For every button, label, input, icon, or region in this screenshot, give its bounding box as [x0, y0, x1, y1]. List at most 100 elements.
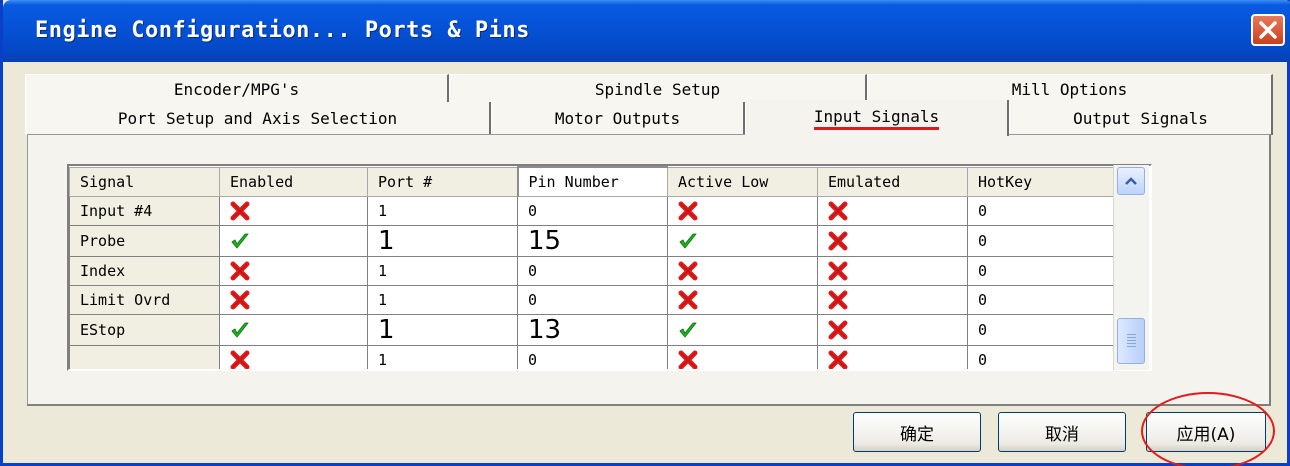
red-x-icon — [678, 201, 698, 220]
red-x-icon — [828, 231, 848, 250]
port-cell[interactable]: 1 — [367, 284, 518, 315]
column-header-port[interactable]: Port # — [367, 166, 518, 197]
hotkey-cell[interactable]: 0 — [967, 224, 1118, 257]
enabled-cell[interactable] — [219, 255, 368, 286]
pin-number-cell[interactable]: 0 — [517, 195, 668, 226]
column-header-active-low[interactable]: Active Low — [667, 166, 818, 197]
tab-motor-outputs[interactable]: Motor Outputs — [491, 102, 745, 135]
emulated-cell[interactable] — [817, 284, 968, 315]
vertical-scrollbar[interactable] — [1113, 165, 1149, 370]
hotkey-cell[interactable]: 0 — [967, 344, 1118, 369]
signals-table: Signal Enabled Port # Pin Number Active … — [69, 166, 1118, 369]
dialog-window: Engine Configuration... Ports & Pins Enc… — [0, 0, 1290, 466]
header-row: Signal Enabled Port # Pin Number Active … — [69, 166, 1118, 197]
port-cell[interactable]: 1 — [367, 255, 518, 286]
green-check-icon — [679, 233, 697, 249]
tab-label: Encoder/MPG's — [173, 80, 300, 99]
active-low-cell[interactable] — [667, 344, 818, 369]
pin-number-cell[interactable]: 0 — [517, 284, 668, 315]
hotkey-cell[interactable]: 0 — [967, 195, 1118, 226]
red-x-icon — [678, 290, 698, 309]
enabled-cell[interactable] — [219, 344, 368, 369]
input-signals-grid[interactable]: Signal Enabled Port # Pin Number Active … — [67, 164, 1152, 371]
close-button[interactable] — [1251, 14, 1285, 46]
pin-number-cell[interactable]: 0 — [517, 255, 668, 286]
port-cell[interactable]: 1 — [367, 195, 518, 226]
enabled-cell[interactable] — [219, 313, 368, 346]
cancel-button[interactable]: 取消 — [998, 412, 1126, 452]
red-x-icon — [828, 261, 848, 280]
column-header-emulated[interactable]: Emulated — [817, 166, 968, 197]
red-x-icon — [230, 350, 250, 369]
window-title: Engine Configuration... Ports & Pins — [35, 18, 530, 43]
signal-cell: EStop — [69, 313, 220, 346]
signal-cell: Probe — [69, 224, 220, 257]
green-check-icon — [679, 322, 697, 338]
red-x-icon — [828, 201, 848, 220]
hotkey-cell[interactable]: 0 — [967, 313, 1118, 346]
column-header-hotkey[interactable]: HotKey — [967, 166, 1118, 197]
tab-output-signals[interactable]: Output Signals — [1009, 102, 1273, 135]
port-cell[interactable]: 1 — [367, 224, 518, 257]
emulated-cell[interactable] — [817, 344, 968, 369]
active-low-cell[interactable] — [667, 313, 818, 346]
emulated-cell[interactable] — [817, 313, 968, 346]
red-x-icon — [828, 290, 848, 309]
red-x-icon — [678, 350, 698, 369]
column-header-enabled[interactable]: Enabled — [219, 166, 368, 197]
red-x-icon — [230, 290, 250, 309]
table-row[interactable]: EStop 1 13 0 — [69, 313, 1118, 346]
enabled-cell[interactable] — [219, 284, 368, 315]
red-x-icon — [678, 261, 698, 280]
tab-label: Port Setup and Axis Selection — [117, 109, 398, 128]
tab-encoder-mpgs[interactable]: Encoder/MPG's — [25, 74, 449, 104]
emulated-cell[interactable] — [817, 255, 968, 286]
port-cell[interactable]: 1 — [367, 313, 518, 346]
active-low-cell[interactable] — [667, 255, 818, 286]
tab-label: Spindle Setup — [594, 80, 721, 99]
emulated-cell[interactable] — [817, 224, 968, 257]
hotkey-cell[interactable]: 0 — [967, 284, 1118, 315]
tab-label: Motor Outputs — [554, 109, 681, 128]
signal-cell — [69, 344, 220, 369]
table-row[interactable]: 100 — [69, 344, 1118, 369]
pin-number-cell[interactable]: 0 — [517, 344, 668, 369]
pin-number-cell[interactable]: 15 — [517, 224, 668, 257]
hotkey-cell[interactable]: 0 — [967, 255, 1118, 286]
table-row[interactable]: Probe 1 15 0 — [69, 224, 1118, 257]
green-check-icon — [231, 233, 249, 249]
active-low-cell[interactable] — [667, 224, 818, 257]
highlight-circle — [1141, 392, 1275, 466]
ok-button[interactable]: 确定 — [853, 412, 981, 452]
red-x-icon — [230, 201, 250, 220]
signal-cell: Input #4 — [69, 195, 220, 226]
table-row[interactable]: Limit Ovrd 1 0 0 — [69, 284, 1118, 315]
table-row[interactable]: Index 1 0 0 — [69, 255, 1118, 286]
tab-label: Output Signals — [1073, 109, 1208, 128]
active-low-cell[interactable] — [667, 284, 818, 315]
tab-port-setup[interactable]: Port Setup and Axis Selection — [25, 102, 491, 135]
ok-button-label: 确定 — [900, 424, 934, 445]
red-x-icon — [230, 261, 250, 280]
signal-cell: Limit Ovrd — [69, 284, 220, 315]
port-cell[interactable]: 1 — [367, 344, 518, 369]
red-x-icon — [828, 350, 848, 369]
chevron-up-icon — [1125, 177, 1137, 185]
cancel-button-label: 取消 — [1045, 424, 1079, 445]
enabled-cell[interactable] — [219, 224, 368, 257]
enabled-cell[interactable] — [219, 195, 368, 226]
close-x-icon — [1259, 21, 1277, 39]
grip-icon — [1127, 334, 1136, 348]
scroll-thumb[interactable] — [1117, 318, 1145, 364]
pin-number-cell[interactable]: 13 — [517, 313, 668, 346]
tab-label: Mill Options — [1011, 80, 1128, 99]
scroll-up-button[interactable] — [1117, 167, 1145, 195]
tab-input-signals[interactable]: Input Signals — [745, 100, 1009, 136]
emulated-cell[interactable] — [817, 195, 968, 226]
table-row[interactable]: Input #4 1 0 0 — [69, 195, 1118, 226]
column-header-signal[interactable]: Signal — [69, 166, 220, 197]
column-header-pin-number[interactable]: Pin Number — [516, 166, 668, 197]
active-low-cell[interactable] — [667, 195, 818, 226]
title-bar[interactable]: Engine Configuration... Ports & Pins — [3, 0, 1290, 62]
tab-label: Input Signals — [813, 107, 940, 130]
